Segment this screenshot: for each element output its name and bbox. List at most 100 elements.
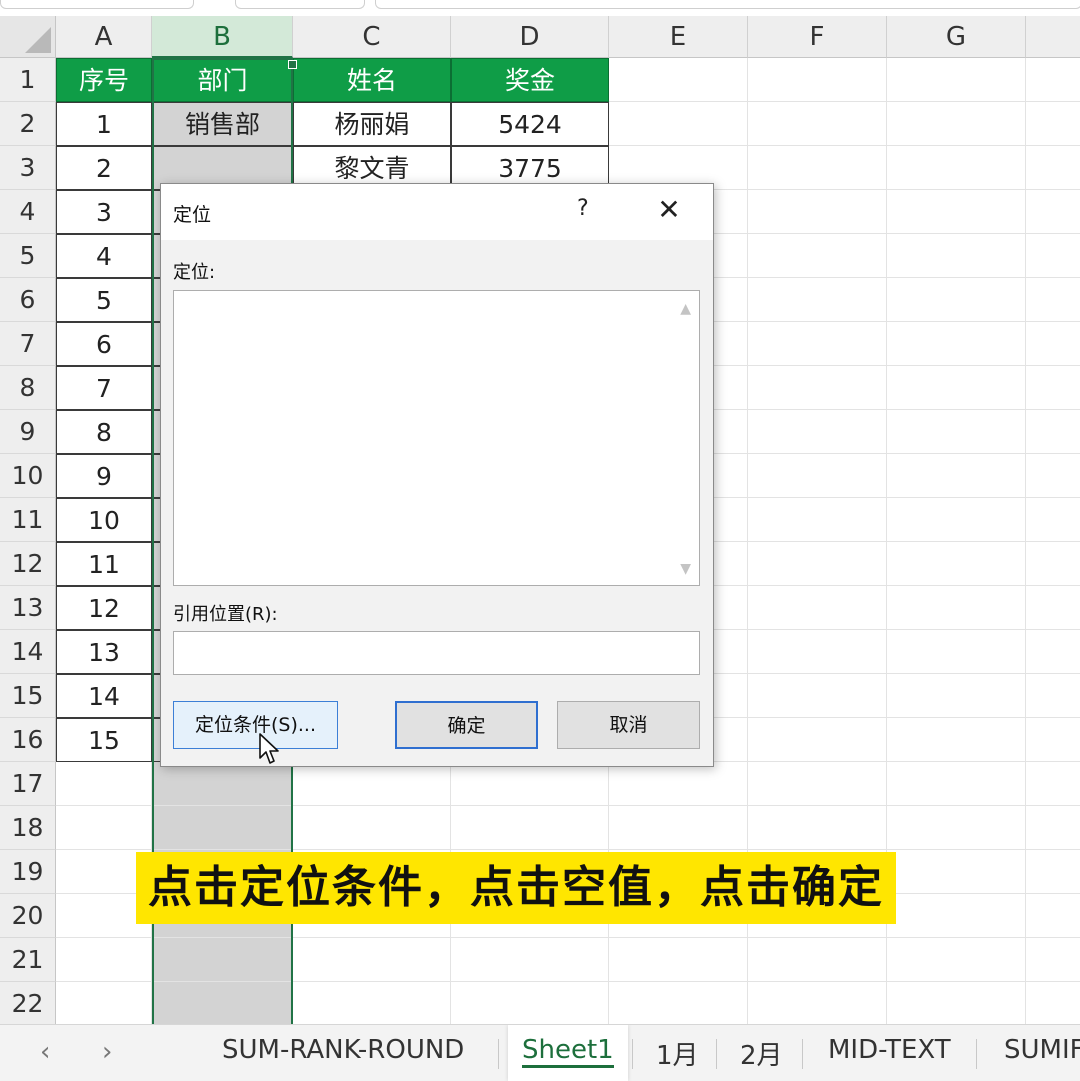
cell-d1[interactable]: 奖金 bbox=[451, 58, 609, 102]
column-header-b[interactable]: B bbox=[152, 16, 293, 58]
cell-a8[interactable]: 7 bbox=[56, 366, 152, 410]
cell-h17[interactable] bbox=[1026, 762, 1080, 806]
cell-e17[interactable] bbox=[609, 762, 748, 806]
row-header-11[interactable]: 11 bbox=[0, 498, 56, 542]
cell-c17[interactable] bbox=[293, 762, 451, 806]
cell-h7[interactable] bbox=[1026, 322, 1080, 366]
cell-f16[interactable] bbox=[748, 718, 887, 762]
cell-a3[interactable]: 2 bbox=[56, 146, 152, 190]
cell-g14[interactable] bbox=[887, 630, 1026, 674]
row-header-13[interactable]: 13 bbox=[0, 586, 56, 630]
cell-h21[interactable] bbox=[1026, 938, 1080, 982]
row-header-10[interactable]: 10 bbox=[0, 454, 56, 498]
cell-g18[interactable] bbox=[887, 806, 1026, 850]
cancel-button[interactable]: 取消 bbox=[557, 701, 700, 749]
cell-c21[interactable] bbox=[293, 938, 451, 982]
cell-d17[interactable] bbox=[451, 762, 609, 806]
tab-february[interactable]: 2月 bbox=[740, 1035, 783, 1072]
cell-h10[interactable] bbox=[1026, 454, 1080, 498]
cell-h13[interactable] bbox=[1026, 586, 1080, 630]
column-header-c[interactable]: C bbox=[293, 16, 451, 58]
cell-f3[interactable] bbox=[748, 146, 887, 190]
cell-a21[interactable] bbox=[56, 938, 152, 982]
cell-a14[interactable]: 13 bbox=[56, 630, 152, 674]
cell-h9[interactable] bbox=[1026, 410, 1080, 454]
cell-h4[interactable] bbox=[1026, 190, 1080, 234]
cell-h5[interactable] bbox=[1026, 234, 1080, 278]
cell-g11[interactable] bbox=[887, 498, 1026, 542]
row-header-21[interactable]: 21 bbox=[0, 938, 56, 982]
cell-f5[interactable] bbox=[748, 234, 887, 278]
row-header-15[interactable]: 15 bbox=[0, 674, 56, 718]
cell-f13[interactable] bbox=[748, 586, 887, 630]
cell-d22[interactable] bbox=[451, 982, 609, 1024]
cell-e1[interactable] bbox=[609, 58, 748, 102]
cell-a12[interactable]: 11 bbox=[56, 542, 152, 586]
cell-e18[interactable] bbox=[609, 806, 748, 850]
row-header-12[interactable]: 12 bbox=[0, 542, 56, 586]
row-header-16[interactable]: 16 bbox=[0, 718, 56, 762]
cell-f4[interactable] bbox=[748, 190, 887, 234]
row-header-14[interactable]: 14 bbox=[0, 630, 56, 674]
cell-f22[interactable] bbox=[748, 982, 887, 1024]
row-header-20[interactable]: 20 bbox=[0, 894, 56, 938]
cell-f11[interactable] bbox=[748, 498, 887, 542]
row-header-3[interactable]: 3 bbox=[0, 146, 56, 190]
cell-b2[interactable]: 销售部 bbox=[152, 102, 293, 146]
column-header-e[interactable]: E bbox=[609, 16, 748, 58]
cell-d2[interactable]: 5424 bbox=[451, 102, 609, 146]
cell-b21[interactable] bbox=[152, 938, 293, 982]
column-header-h[interactable] bbox=[1026, 16, 1080, 58]
cell-g10[interactable] bbox=[887, 454, 1026, 498]
cell-g2[interactable] bbox=[887, 102, 1026, 146]
cell-f1[interactable] bbox=[748, 58, 887, 102]
cell-a5[interactable]: 4 bbox=[56, 234, 152, 278]
row-header-19[interactable]: 19 bbox=[0, 850, 56, 894]
cell-g7[interactable] bbox=[887, 322, 1026, 366]
cell-a10[interactable]: 9 bbox=[56, 454, 152, 498]
goto-list[interactable]: ▲ ▼ bbox=[173, 290, 700, 586]
column-header-a[interactable]: A bbox=[56, 16, 152, 58]
cell-b17[interactable] bbox=[152, 762, 293, 806]
cell-a1[interactable]: 序号 bbox=[56, 58, 152, 102]
select-all-corner[interactable] bbox=[0, 16, 56, 58]
cell-h14[interactable] bbox=[1026, 630, 1080, 674]
tab-january[interactable]: 1月 bbox=[656, 1035, 699, 1072]
cell-a4[interactable]: 3 bbox=[56, 190, 152, 234]
cell-g12[interactable] bbox=[887, 542, 1026, 586]
cell-d18[interactable] bbox=[451, 806, 609, 850]
cell-a7[interactable]: 6 bbox=[56, 322, 152, 366]
column-header-d[interactable]: D bbox=[451, 16, 609, 58]
cell-g9[interactable] bbox=[887, 410, 1026, 454]
row-header-9[interactable]: 9 bbox=[0, 410, 56, 454]
cell-f21[interactable] bbox=[748, 938, 887, 982]
cell-h16[interactable] bbox=[1026, 718, 1080, 762]
cell-h22[interactable] bbox=[1026, 982, 1080, 1024]
fill-handle[interactable] bbox=[288, 60, 297, 69]
cell-f18[interactable] bbox=[748, 806, 887, 850]
cell-a16[interactable]: 15 bbox=[56, 718, 152, 762]
cell-e21[interactable] bbox=[609, 938, 748, 982]
cell-c18[interactable] bbox=[293, 806, 451, 850]
cell-f8[interactable] bbox=[748, 366, 887, 410]
row-header-7[interactable]: 7 bbox=[0, 322, 56, 366]
cell-g22[interactable] bbox=[887, 982, 1026, 1024]
cell-g17[interactable] bbox=[887, 762, 1026, 806]
row-header-2[interactable]: 2 bbox=[0, 102, 56, 146]
cell-f17[interactable] bbox=[748, 762, 887, 806]
tab-sum-rank-round[interactable]: SUM-RANK-ROUND bbox=[222, 1035, 464, 1065]
cell-c22[interactable] bbox=[293, 982, 451, 1024]
cell-g21[interactable] bbox=[887, 938, 1026, 982]
cell-g13[interactable] bbox=[887, 586, 1026, 630]
cell-h11[interactable] bbox=[1026, 498, 1080, 542]
cell-a15[interactable]: 14 bbox=[56, 674, 152, 718]
cell-g8[interactable] bbox=[887, 366, 1026, 410]
tab-next-icon[interactable]: › bbox=[102, 1037, 112, 1067]
row-header-4[interactable]: 4 bbox=[0, 190, 56, 234]
row-header-18[interactable]: 18 bbox=[0, 806, 56, 850]
cell-h8[interactable] bbox=[1026, 366, 1080, 410]
tab-sheet1[interactable]: Sheet1 bbox=[508, 1025, 628, 1081]
cell-g20[interactable] bbox=[887, 894, 1026, 938]
cell-g19[interactable] bbox=[887, 850, 1026, 894]
close-icon[interactable]: ✕ bbox=[655, 190, 683, 230]
